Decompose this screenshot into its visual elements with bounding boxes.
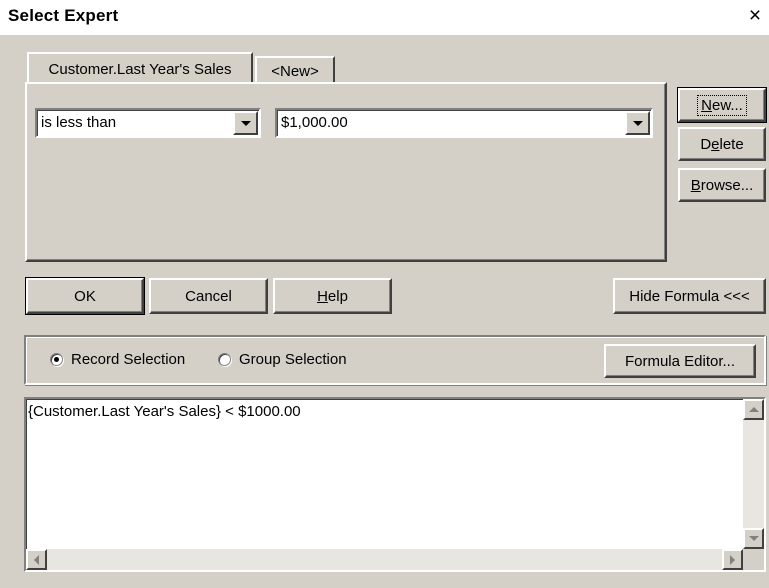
delete-button[interactable]: Delete xyxy=(678,127,766,161)
tab-label: Customer.Last Year's Sales xyxy=(48,60,232,78)
arrow-up-icon xyxy=(748,407,759,412)
arrow-down-icon xyxy=(748,536,759,541)
scroll-up-button[interactable] xyxy=(743,399,764,420)
help-button[interactable]: Help xyxy=(273,278,392,314)
formula-textarea[interactable]: {Customer.Last Year's Sales} < $1000.00 xyxy=(24,397,766,572)
cancel-button[interactable]: Cancel xyxy=(149,278,268,314)
chevron-down-icon xyxy=(632,120,643,126)
formula-text: {Customer.Last Year's Sales} < $1000.00 xyxy=(28,403,301,420)
browse-button[interactable]: Browse... xyxy=(678,168,766,202)
scroll-left-button[interactable] xyxy=(26,549,47,570)
tab-customer-last-years-sales[interactable]: Customer.Last Year's Sales xyxy=(27,52,253,84)
operator-dropdown[interactable]: is less than xyxy=(35,108,261,138)
arrow-right-icon xyxy=(730,554,735,565)
formula-editor-button[interactable]: Formula Editor... xyxy=(604,344,756,378)
value-text: $1,000.00 xyxy=(281,114,348,131)
arrow-left-icon xyxy=(34,554,39,565)
scroll-right-button[interactable] xyxy=(722,549,743,570)
operator-value: is less than xyxy=(41,114,117,131)
scroll-corner xyxy=(743,549,764,570)
ok-button[interactable]: OK xyxy=(25,277,145,315)
operator-dropdown-button[interactable] xyxy=(233,111,258,135)
new-button[interactable]: New... xyxy=(677,87,767,123)
vertical-scrollbar[interactable] xyxy=(743,399,764,549)
group-selection-radio[interactable]: Group Selection xyxy=(218,351,347,368)
tab-new[interactable]: <New> xyxy=(255,56,335,84)
scroll-down-button[interactable] xyxy=(743,528,764,549)
chevron-down-icon xyxy=(240,120,251,126)
record-selection-radio[interactable]: Record Selection xyxy=(50,351,185,368)
window-title: Select Expert xyxy=(8,6,119,25)
close-icon[interactable]: × xyxy=(744,4,766,28)
criteria-panel: is less than $1,000.00 xyxy=(25,82,667,262)
horizontal-scrollbar[interactable] xyxy=(26,549,743,570)
selection-group: Record Selection Group Selection Formula… xyxy=(24,335,766,385)
value-dropdown[interactable]: $1,000.00 xyxy=(275,108,653,138)
radio-selected-icon xyxy=(50,353,63,366)
tab-label: <New> xyxy=(271,62,319,80)
title-bar: Select Expert × xyxy=(0,0,769,35)
hide-formula-button[interactable]: Hide Formula <<< xyxy=(613,278,766,314)
radio-unselected-icon xyxy=(218,353,231,366)
value-dropdown-button[interactable] xyxy=(625,111,650,135)
